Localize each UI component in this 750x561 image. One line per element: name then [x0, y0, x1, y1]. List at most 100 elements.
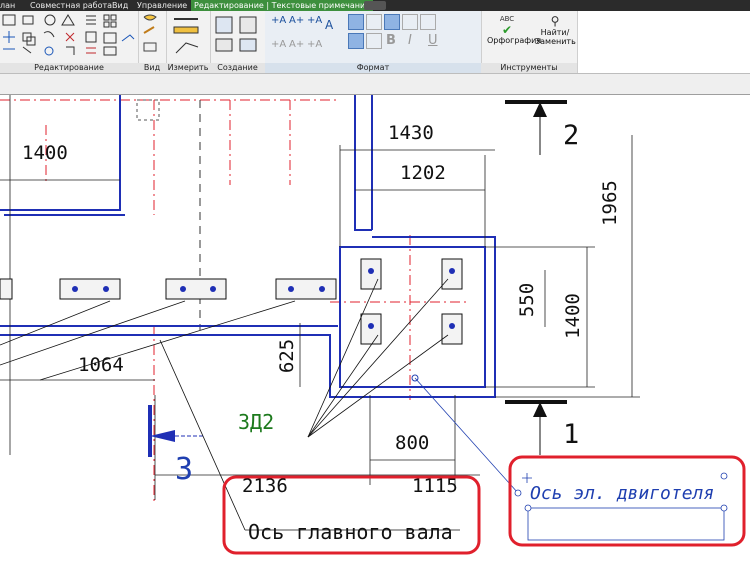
- foundation-outer-frame: [329, 236, 496, 398]
- binoculars-icon: ⚲: [550, 14, 560, 28]
- leader-right-disabled-icon: A+: [289, 39, 305, 50]
- bolt-block-1: [59, 278, 121, 300]
- italic-button[interactable]: I: [408, 33, 412, 48]
- move-cross-icon: [522, 473, 532, 483]
- leader-arc-disabled-icon: +A: [307, 39, 323, 50]
- dimension-icon: [173, 26, 199, 34]
- linework-icon: [143, 42, 157, 52]
- delete-icon: [65, 32, 75, 42]
- leader-add-right-icon[interactable]: A+: [289, 15, 304, 27]
- hidden-element: [136, 99, 160, 121]
- group-create-icon: [215, 16, 233, 34]
- panel-label-create: Создание: [210, 63, 265, 73]
- align-left-button[interactable]: [384, 14, 400, 30]
- split-icon: [86, 15, 96, 25]
- modify-tools-icons: [2, 14, 135, 56]
- dim-text-550: 550: [516, 282, 538, 318]
- revit-window: лан Совместная работа Вид Управление Ред…: [0, 0, 750, 561]
- similar-icon: [239, 16, 257, 34]
- spelling-label: Орфография: [487, 36, 542, 45]
- leader-add-arc-icon[interactable]: +A: [307, 15, 322, 27]
- bolt-center-2a: [180, 286, 186, 292]
- options-bar: [0, 74, 750, 95]
- panel-label-format: Формат: [265, 63, 481, 73]
- panel-modify: Редактирование: [0, 11, 139, 73]
- find-label: Найти/: [540, 28, 570, 37]
- ribbon-tab-bar: лан Совместная работа Вид Управление Ред…: [0, 0, 750, 11]
- align-middle-button[interactable]: [366, 14, 382, 30]
- find-replace-button[interactable]: ⚲ Найти/ Заменить: [535, 14, 576, 47]
- tab-overflow-toggle[interactable]: [364, 1, 386, 10]
- bolt-block-0: [0, 278, 13, 300]
- replace-label: Заменить: [535, 37, 576, 46]
- group-icon: [103, 46, 117, 56]
- array-icon: [103, 14, 110, 21]
- tab-modify-text-notes[interactable]: Редактирование | Текстовые примечания: [191, 0, 374, 11]
- text-note-rotate-grip: [720, 472, 728, 480]
- spelling-button[interactable]: ABC ✔ Орфография: [487, 15, 542, 45]
- note-motor-axis[interactable]: Ось эл. двиготеля: [530, 483, 714, 504]
- list-button[interactable]: [366, 33, 382, 49]
- panel-label-view: Вид: [138, 63, 166, 73]
- view-tools-icons: [143, 14, 157, 52]
- leader-remove-icon[interactable]: A: [325, 19, 333, 31]
- section-2-arrow: [533, 102, 547, 117]
- bold-button[interactable]: B: [386, 33, 396, 48]
- dim-text-1202: 1202: [400, 162, 446, 184]
- align-right-button[interactable]: [420, 14, 436, 30]
- extend-icon: [22, 46, 32, 54]
- note-main-shaft[interactable]: Ось главного вала: [248, 520, 453, 544]
- angle-icon: [175, 42, 199, 54]
- dim-text-1400-right: 1400: [562, 293, 584, 339]
- tab-view[interactable]: Вид: [112, 0, 128, 11]
- panel-create: Создание: [210, 11, 266, 73]
- drawing-canvas[interactable]: 1400 1430 1202 1965 550 1400 625 1064 80…: [0, 95, 750, 561]
- panel-view: Вид: [138, 11, 167, 73]
- section-3-label: 3: [175, 452, 194, 487]
- align-top-button[interactable]: [348, 14, 364, 30]
- dim-text-800: 800: [395, 432, 430, 454]
- section-2-label: 2: [563, 120, 580, 151]
- copy-icon: [22, 32, 36, 46]
- parts-icon: [239, 38, 257, 52]
- section-1-label: 1: [563, 419, 580, 450]
- pin-icon: [103, 32, 117, 44]
- bolt-center-m-bl: [368, 323, 374, 329]
- bolt-center-3b: [319, 286, 325, 292]
- bolt-center-1a: [72, 286, 78, 292]
- tag-zd2[interactable]: ЗД2: [238, 410, 274, 434]
- wall-column-left: [354, 95, 372, 231]
- leader-bolt-1: [0, 300, 111, 346]
- text-note-bounds: [527, 507, 725, 541]
- leader-add-left-icon[interactable]: +A: [271, 15, 286, 27]
- bolt-center-m-tr: [449, 268, 455, 274]
- mirror-icon: [43, 31, 55, 38]
- underline-button[interactable]: U: [428, 33, 438, 48]
- text-note-grip-right: [720, 504, 728, 512]
- paint-icon: [121, 34, 135, 42]
- unpin-icon: [86, 47, 96, 54]
- bolt-block-3: [275, 278, 337, 300]
- bolt-center-1b: [103, 286, 109, 292]
- align-bottom-button[interactable]: [348, 33, 364, 49]
- walls: [0, 95, 496, 457]
- panel-label-tools: Инструменты: [481, 63, 577, 73]
- ribbon-empty-area: [578, 11, 750, 73]
- bolt-center-m-br: [449, 323, 455, 329]
- leader-zd2-1: [307, 278, 379, 438]
- tab-collaborate[interactable]: Совместная работа: [30, 0, 112, 11]
- tab-manage[interactable]: Управление: [137, 0, 187, 11]
- dim-text-625: 625: [276, 338, 298, 374]
- ribbon: Редактирование Вид Измерить Создание +A …: [0, 11, 750, 74]
- text-note-grip-left: [524, 504, 532, 512]
- bolt-center-2b: [210, 286, 216, 292]
- align-center-button[interactable]: [402, 14, 418, 30]
- dim-text-1965: 1965: [599, 180, 621, 226]
- scale-icon: [85, 31, 97, 43]
- override-brush-icon: [143, 26, 155, 34]
- cope-icon: [44, 46, 54, 56]
- panel-label-measure: Измерить: [166, 63, 210, 73]
- tab-plan[interactable]: лан: [0, 0, 15, 11]
- assembly-icon: [215, 38, 233, 52]
- dim-text-1400-left: 1400: [22, 142, 68, 164]
